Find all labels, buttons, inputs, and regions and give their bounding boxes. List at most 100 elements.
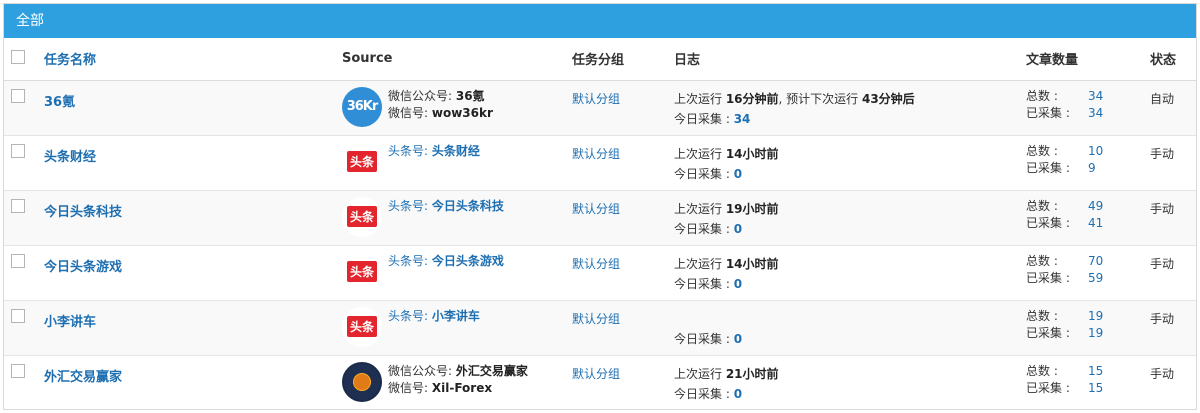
last-run-value: 21小时前 (725, 366, 779, 381)
last-run-value: 14小时前 (725, 256, 779, 271)
source-label: 头条号: (388, 253, 432, 268)
log-cell: 上次运行 14小时前 今日采集 : 0 (674, 144, 1026, 184)
table-header-row: 任务名称 Source 任务分组 日志 文章数量 状态 (4, 38, 1196, 80)
select-all-checkbox[interactable] (11, 50, 25, 65)
logo-text: 头条 (346, 316, 377, 337)
total-label: 总数 : (1026, 143, 1058, 158)
today-count-link[interactable]: 34 (734, 112, 751, 126)
row-checkbox[interactable] (11, 363, 25, 378)
total-count-link[interactable]: 34 (1088, 88, 1103, 105)
task-name-link[interactable]: 外汇交易赢家 (44, 366, 342, 385)
source-cell: 36Kr 微信公众号: 36氪 微信号: wow36kr (342, 86, 572, 127)
collected-count-link[interactable]: 19 (1088, 325, 1103, 342)
row-checkbox[interactable] (11, 198, 25, 213)
source-id-label: 微信号: (388, 105, 432, 120)
total-count-link[interactable]: 19 (1088, 308, 1103, 325)
task-group-link[interactable]: 默认分组 (572, 200, 674, 217)
status-text: 手动 (1150, 146, 1175, 161)
stats-cell: 总数 : 10 已采集 : 9 (1026, 143, 1150, 177)
logo-text: 头条 (346, 206, 377, 227)
status-text: 手动 (1150, 256, 1175, 271)
table-row: 今日头条科技 头条 头条号: 今日头条科技 默认分组 上次运行 19小时前 今日采集… (4, 190, 1196, 245)
total-count-link[interactable]: 70 (1088, 253, 1103, 270)
last-run-label: 上次运行 (674, 91, 726, 106)
source-link[interactable]: 头条财经 (432, 144, 480, 158)
source-label: 头条号: (388, 308, 432, 323)
today-label: 今日采集 : (674, 386, 734, 401)
collected-label: 已采集 : (1026, 325, 1070, 340)
task-name-link[interactable]: 今日头条游戏 (44, 256, 342, 275)
source-label: 微信公众号: (388, 363, 456, 378)
last-run-label: 上次运行 (674, 366, 726, 381)
column-header-status: 状态 (1150, 53, 1177, 69)
row-checkbox[interactable] (11, 143, 25, 158)
total-count-link[interactable]: 49 (1088, 198, 1103, 215)
today-label: 今日采集 : (674, 331, 734, 346)
stats-cell: 总数 : 70 已采集 : 59 (1026, 253, 1150, 287)
log-cell: 上次运行 14小时前今日采集 : 0 (674, 254, 1026, 294)
log-cell: 上次运行 21小时前今日采集 : 0 (674, 364, 1026, 404)
task-panel: 全部 任务名称 Source 任务分组 日志 文章数量 状态 36氪 36Kr 微… (3, 3, 1197, 410)
last-run-label: 上次运行 (674, 256, 726, 271)
task-group-link[interactable]: 默认分组 (572, 310, 674, 327)
task-name-link[interactable]: 36氪 (44, 91, 342, 110)
task-name-link[interactable]: 小李讲车 (44, 311, 342, 330)
collected-label: 已采集 : (1026, 160, 1070, 175)
task-name-link[interactable]: 头条财经 (44, 146, 342, 165)
today-label: 今日采集 : (674, 276, 734, 291)
today-count-link[interactable]: 0 (734, 387, 742, 401)
collected-count-link[interactable]: 9 (1088, 160, 1096, 177)
next-run-label: , 预计下次运行 (778, 91, 862, 106)
today-count-link[interactable]: 0 (734, 332, 742, 346)
table-row: 小李讲车 头条 头条号: 小李讲车 默认分组 今日采集 : 0 总数 : 19 已采… (4, 300, 1196, 355)
row-checkbox[interactable] (11, 308, 25, 323)
source-link[interactable]: 今日头条科技 (432, 199, 504, 213)
task-table: 任务名称 Source 任务分组 日志 文章数量 状态 36氪 36Kr 微信公众… (4, 38, 1196, 409)
stats-cell: 总数 : 19 已采集 : 19 (1026, 308, 1150, 342)
column-header-name[interactable]: 任务名称 (44, 38, 342, 80)
table-row: 外汇交易赢家 微信公众号: 外汇交易赢家 微信号: Xil-Forex 默认分组 … (4, 355, 1196, 409)
total-label: 总数 : (1026, 198, 1058, 213)
row-checkbox[interactable] (11, 253, 25, 268)
collected-count-link[interactable]: 15 (1088, 380, 1103, 397)
collected-count-link[interactable]: 34 (1088, 105, 1103, 122)
source-id-value: wow36kr (431, 105, 493, 120)
collected-count-link[interactable]: 59 (1088, 270, 1103, 287)
source-cell: 头条 头条号: 头条财经 (342, 141, 572, 182)
36kr-logo-icon: 36Kr (342, 86, 382, 127)
today-count-link[interactable]: 0 (734, 277, 742, 291)
stats-cell: 总数 : 34 已采集 : 34 (1026, 88, 1150, 122)
last-run-value: 19小时前 (725, 201, 779, 216)
toutiao-logo-icon: 头条 (342, 306, 382, 347)
total-count-link[interactable]: 10 (1088, 143, 1103, 160)
table-row: 今日头条游戏 头条 头条号: 今日头条游戏 默认分组 上次运行 14小时前今日采集… (4, 245, 1196, 300)
total-label: 总数 : (1026, 88, 1058, 103)
table-row: 头条财经 头条 头条号: 头条财经 默认分组 上次运行 14小时前 今日采集 : 0… (4, 135, 1196, 190)
toutiao-logo-icon: 头条 (342, 141, 382, 182)
toutiao-logo-icon: 头条 (342, 196, 382, 237)
source-id-value: Xil-Forex (431, 380, 493, 395)
today-label: 今日采集 : (674, 221, 734, 236)
source-label: 微信公众号: (388, 88, 456, 103)
task-group-link[interactable]: 默认分组 (572, 255, 674, 272)
logo-text: 36Kr (346, 99, 379, 114)
total-count-link[interactable]: 15 (1088, 363, 1103, 380)
task-group-link[interactable]: 默认分组 (572, 145, 674, 162)
today-count-link[interactable]: 0 (734, 222, 742, 236)
total-label: 总数 : (1026, 308, 1058, 323)
task-name-link[interactable]: 今日头条科技 (44, 201, 342, 220)
today-count-link[interactable]: 0 (734, 167, 742, 181)
row-checkbox[interactable] (11, 88, 25, 103)
source-link[interactable]: 小李讲车 (432, 309, 480, 323)
task-group-link[interactable]: 默认分组 (572, 365, 674, 382)
forex-logo-icon (342, 361, 382, 402)
stats-cell: 总数 : 15 已采集 : 15 (1026, 363, 1150, 397)
source-link[interactable]: 今日头条游戏 (432, 254, 504, 268)
logo-text: 头条 (346, 261, 377, 282)
panel-title: 全部 (4, 4, 1196, 38)
today-label: 今日采集 : (674, 166, 734, 181)
total-label: 总数 : (1026, 253, 1058, 268)
collected-count-link[interactable]: 41 (1088, 215, 1103, 232)
status-text: 手动 (1150, 201, 1175, 216)
task-group-link[interactable]: 默认分组 (572, 90, 674, 107)
